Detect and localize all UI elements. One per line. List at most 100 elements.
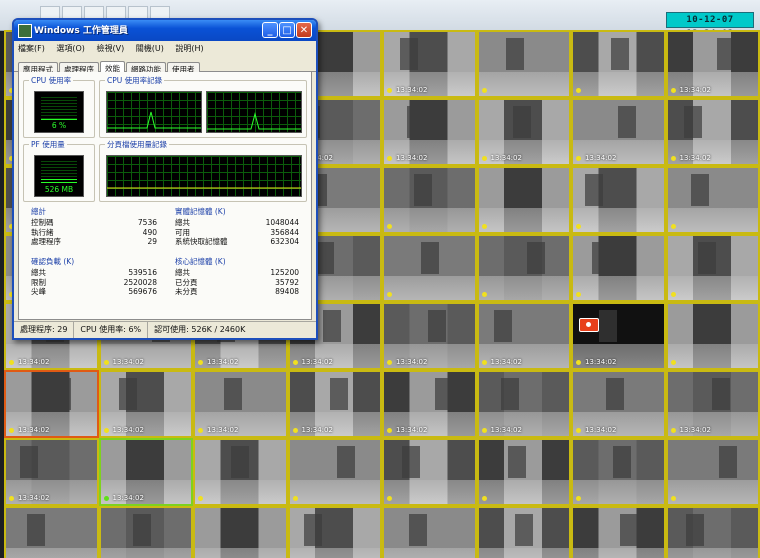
pf-usage-label: PF 使用量 [29, 139, 67, 150]
camera-tile[interactable]: 13:34:02 [382, 370, 477, 438]
physical-memory-group: 實體記憶體 (K) 總共 1048044 可用 356844 系統快取記憶體 6323… [175, 206, 299, 247]
pf-history-graph [106, 155, 302, 197]
camera-floor [478, 71, 569, 96]
camera-tile[interactable] [571, 30, 666, 98]
camera-floor [667, 207, 758, 232]
camera-tile[interactable]: 13:34:02 [287, 370, 382, 438]
camera-tile[interactable] [382, 166, 477, 234]
camera-door [704, 310, 723, 342]
camera-timestamp: 13:34:02 [396, 358, 428, 366]
camera-tile[interactable] [665, 438, 760, 506]
camera-status-dot [576, 496, 581, 501]
camera-door [718, 446, 737, 478]
stat-value: 89408 [275, 287, 299, 296]
camera-tile[interactable] [382, 506, 477, 558]
camera-door [224, 378, 242, 410]
camera-timestamp: 13:34:02 [679, 426, 711, 434]
camera-door [336, 446, 355, 478]
camera-status-dot [103, 428, 109, 433]
camera-floor [289, 547, 380, 558]
camera-tile[interactable] [382, 438, 477, 506]
minimize-button[interactable]: _ [262, 22, 278, 38]
camera-tile[interactable]: 13:34:02 [665, 370, 760, 438]
task-manager-icon [18, 24, 32, 38]
camera-tile[interactable] [4, 506, 99, 558]
camera-tile[interactable] [476, 438, 571, 506]
menu-view[interactable]: 檢視(V) [96, 44, 124, 53]
camera-tile[interactable]: 13:34:02 [665, 30, 760, 98]
camera-tile[interactable] [571, 506, 666, 558]
camera-tile[interactable]: 13:34:02 [571, 98, 666, 166]
camera-door [592, 242, 610, 274]
close-button[interactable]: ✕ [296, 22, 312, 38]
camera-tile[interactable]: 13:34:02 [98, 370, 193, 438]
camera-tile[interactable]: 13:34:02 [98, 438, 193, 506]
stat-name: 尖峰 [31, 287, 46, 296]
camera-tile[interactable]: 13:34:02 [571, 302, 666, 370]
camera-tile[interactable] [571, 438, 666, 506]
camera-tile[interactable] [476, 166, 571, 234]
maximize-button[interactable]: □ [279, 22, 295, 38]
camera-tile[interactable] [665, 506, 760, 558]
camera-status-dot [670, 360, 676, 365]
camera-tile[interactable]: 13:34:02 [476, 370, 571, 438]
camera-status-dot [292, 496, 298, 501]
camera-tile[interactable]: 13:34:02 [382, 98, 477, 166]
camera-tile[interactable] [571, 234, 666, 302]
camera-status-dot [198, 360, 203, 365]
camera-tile[interactable]: 13:34:02 [476, 98, 571, 166]
camera-tile[interactable]: 13:34:02 [4, 438, 99, 506]
physical-memory-row: 可用 356844 [175, 228, 299, 238]
camera-tile[interactable]: 13:34:02 [571, 370, 666, 438]
physical-memory-row: 系統快取記憶體 632304 [175, 237, 299, 247]
camera-tile[interactable] [571, 166, 666, 234]
kernel-memory-label: 核心記憶體 (K) [175, 257, 226, 266]
camera-tile[interactable]: 13:34:02 [193, 370, 288, 438]
camera-tile[interactable] [287, 438, 382, 506]
camera-door [400, 38, 418, 70]
menu-help[interactable]: 說明(H) [175, 44, 203, 53]
menu-options[interactable]: 選項(O) [56, 44, 85, 53]
camera-status-dot [481, 156, 487, 161]
camera-tile[interactable] [382, 234, 477, 302]
camera-tile[interactable] [665, 302, 760, 370]
camera-timestamp: 13:34:02 [112, 494, 144, 502]
camera-tile[interactable]: 13:34:02 [4, 370, 99, 438]
camera-tile[interactable] [193, 506, 288, 558]
menu-bar: 檔案(F) 選項(O) 檢視(V) 關機(U) 說明(H) [14, 41, 316, 57]
stat-value: 7536 [137, 218, 157, 227]
camera-tile[interactable] [476, 506, 571, 558]
camera-tile[interactable] [193, 438, 288, 506]
camera-door [407, 106, 425, 138]
camera-tile[interactable]: 13:34:02 [476, 302, 571, 370]
camera-tile[interactable] [287, 506, 382, 558]
title-bar[interactable]: Windows 工作管理員 _ □ ✕ [14, 20, 316, 41]
physical-memory-row: 總共 1048044 [175, 218, 299, 228]
camera-door [512, 106, 531, 138]
menu-file[interactable]: 檔案(F) [18, 44, 45, 53]
camera-floor [195, 479, 286, 504]
camera-door [334, 38, 353, 70]
stat-value: 29 [147, 237, 157, 246]
camera-tile[interactable]: 13:34:02 [382, 30, 477, 98]
camera-status-dot [198, 428, 203, 433]
menu-shutdown[interactable]: 關機(U) [136, 44, 164, 53]
camera-floor [667, 479, 758, 504]
camera-status-dot [387, 224, 392, 229]
camera-status-dot [670, 292, 676, 297]
camera-tile[interactable] [665, 166, 760, 234]
camera-floor [384, 275, 475, 300]
camera-tile[interactable]: 13:34:02 [382, 302, 477, 370]
camera-status-dot [387, 428, 392, 433]
kernel-memory-row: 總共 125200 [175, 268, 299, 278]
camera-tile[interactable] [476, 30, 571, 98]
task-manager-window[interactable]: Windows 工作管理員 _ □ ✕ 檔案(F) 選項(O) 檢視(V) 關機… [12, 18, 318, 340]
cpu-history-group: CPU 使用率記錄 [99, 75, 307, 138]
camera-tile[interactable] [98, 506, 193, 558]
record-icon [579, 318, 599, 332]
camera-tile[interactable]: 13:34:02 [665, 98, 760, 166]
stat-value: 2520028 [123, 277, 157, 287]
camera-tile[interactable] [476, 234, 571, 302]
camera-tile[interactable] [665, 234, 760, 302]
cpu-history-graph-core1 [106, 91, 202, 133]
